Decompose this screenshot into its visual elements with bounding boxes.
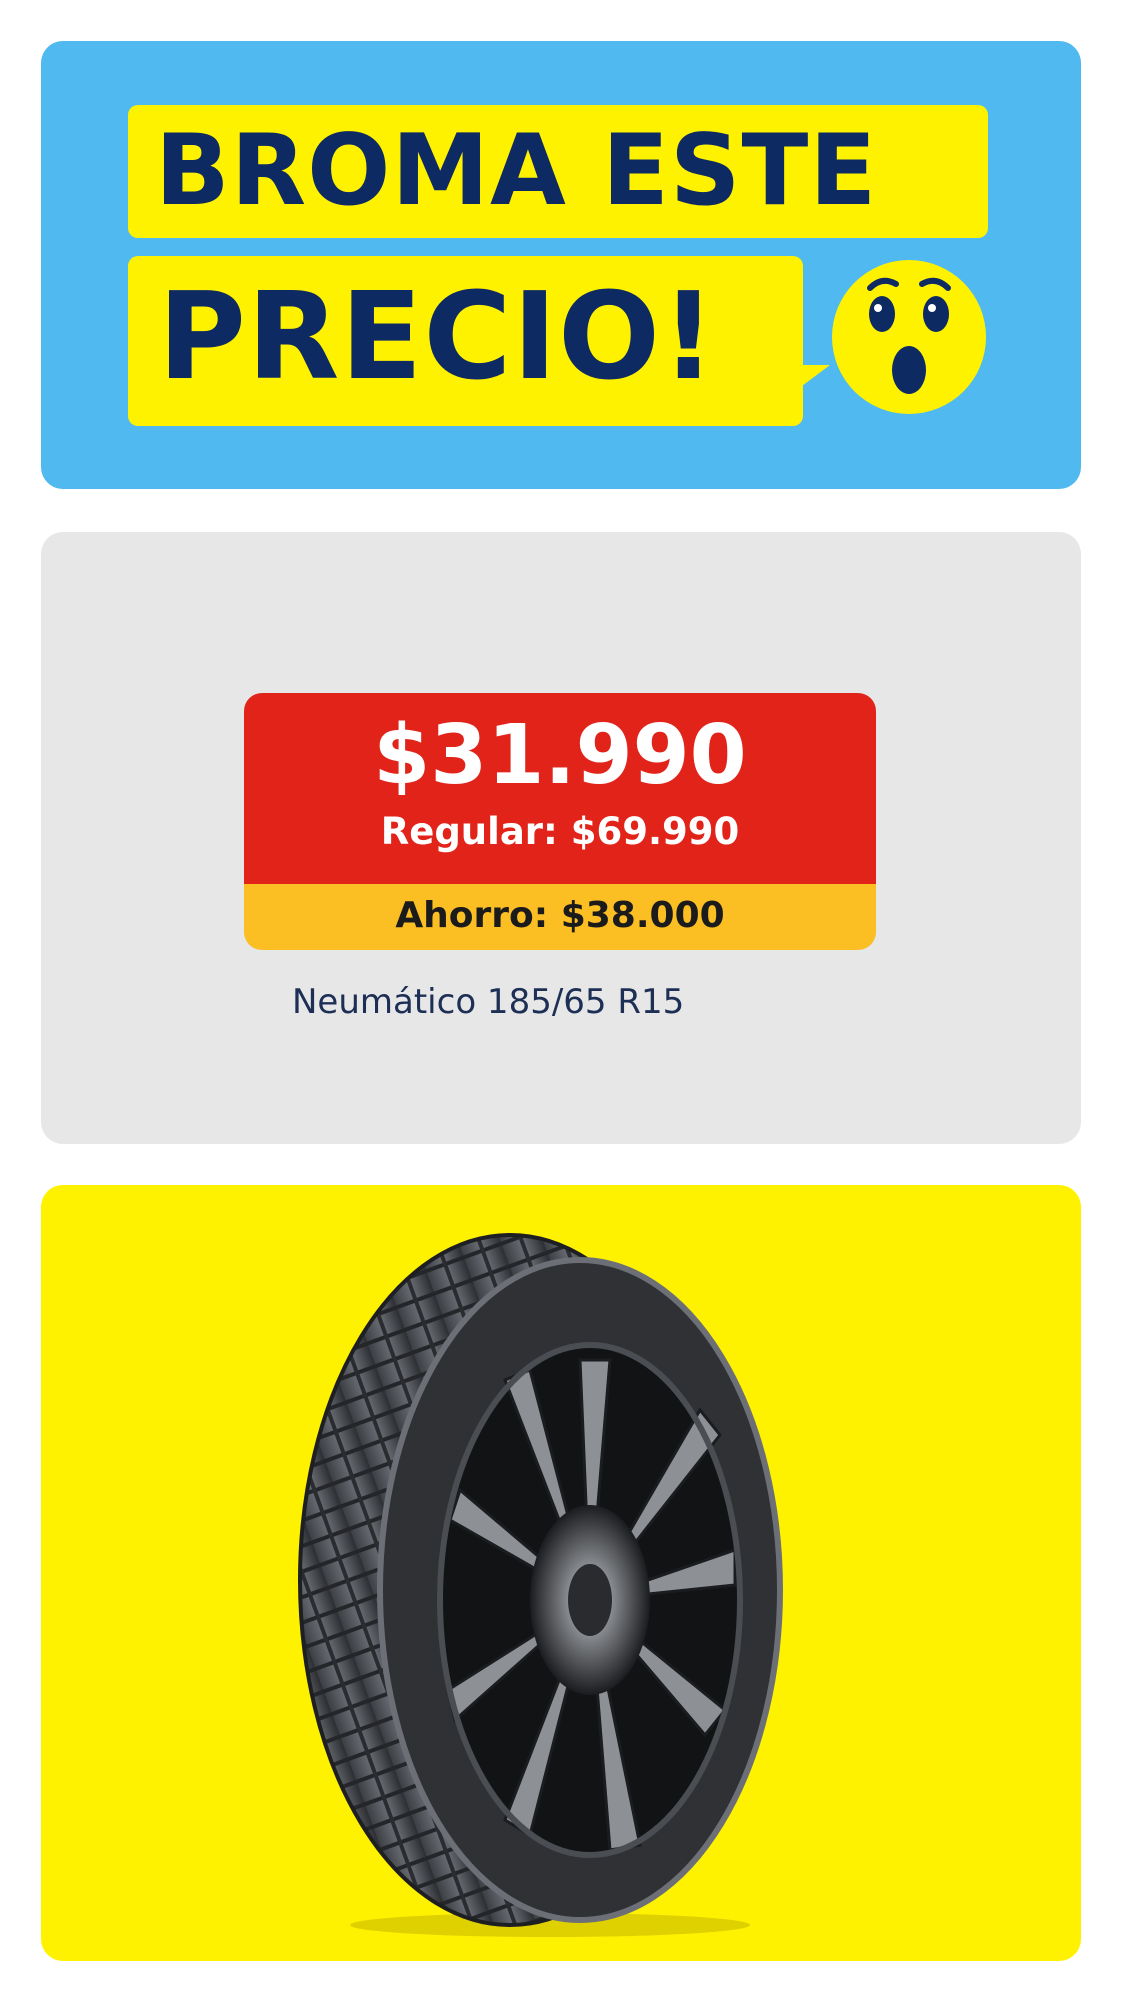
tire-icon bbox=[298, 1233, 783, 1937]
product-name: Neumático 185/65 R15 bbox=[292, 982, 685, 1022]
speech-bubble-tail bbox=[790, 365, 830, 395]
surprised-face-icon bbox=[832, 260, 986, 414]
headline-line2: PRECIO! bbox=[158, 268, 717, 407]
headline-line1: BROMA ESTE bbox=[155, 114, 878, 228]
price-tag: $31.990 Regular: $69.990 Ahorro: $38.000 bbox=[244, 693, 876, 950]
offer-price: $31.990 bbox=[373, 708, 747, 803]
saving-amount: Ahorro: $38.000 bbox=[395, 895, 725, 936]
promo-page: BROMA ESTE PRECIO! $31.990 Regular: $69.… bbox=[0, 0, 1121, 2000]
price-tag-top: $31.990 Regular: $69.990 bbox=[244, 693, 876, 884]
regular-price: Regular: $69.990 bbox=[380, 810, 740, 853]
price-tag-bottom: Ahorro: $38.000 bbox=[244, 884, 876, 950]
